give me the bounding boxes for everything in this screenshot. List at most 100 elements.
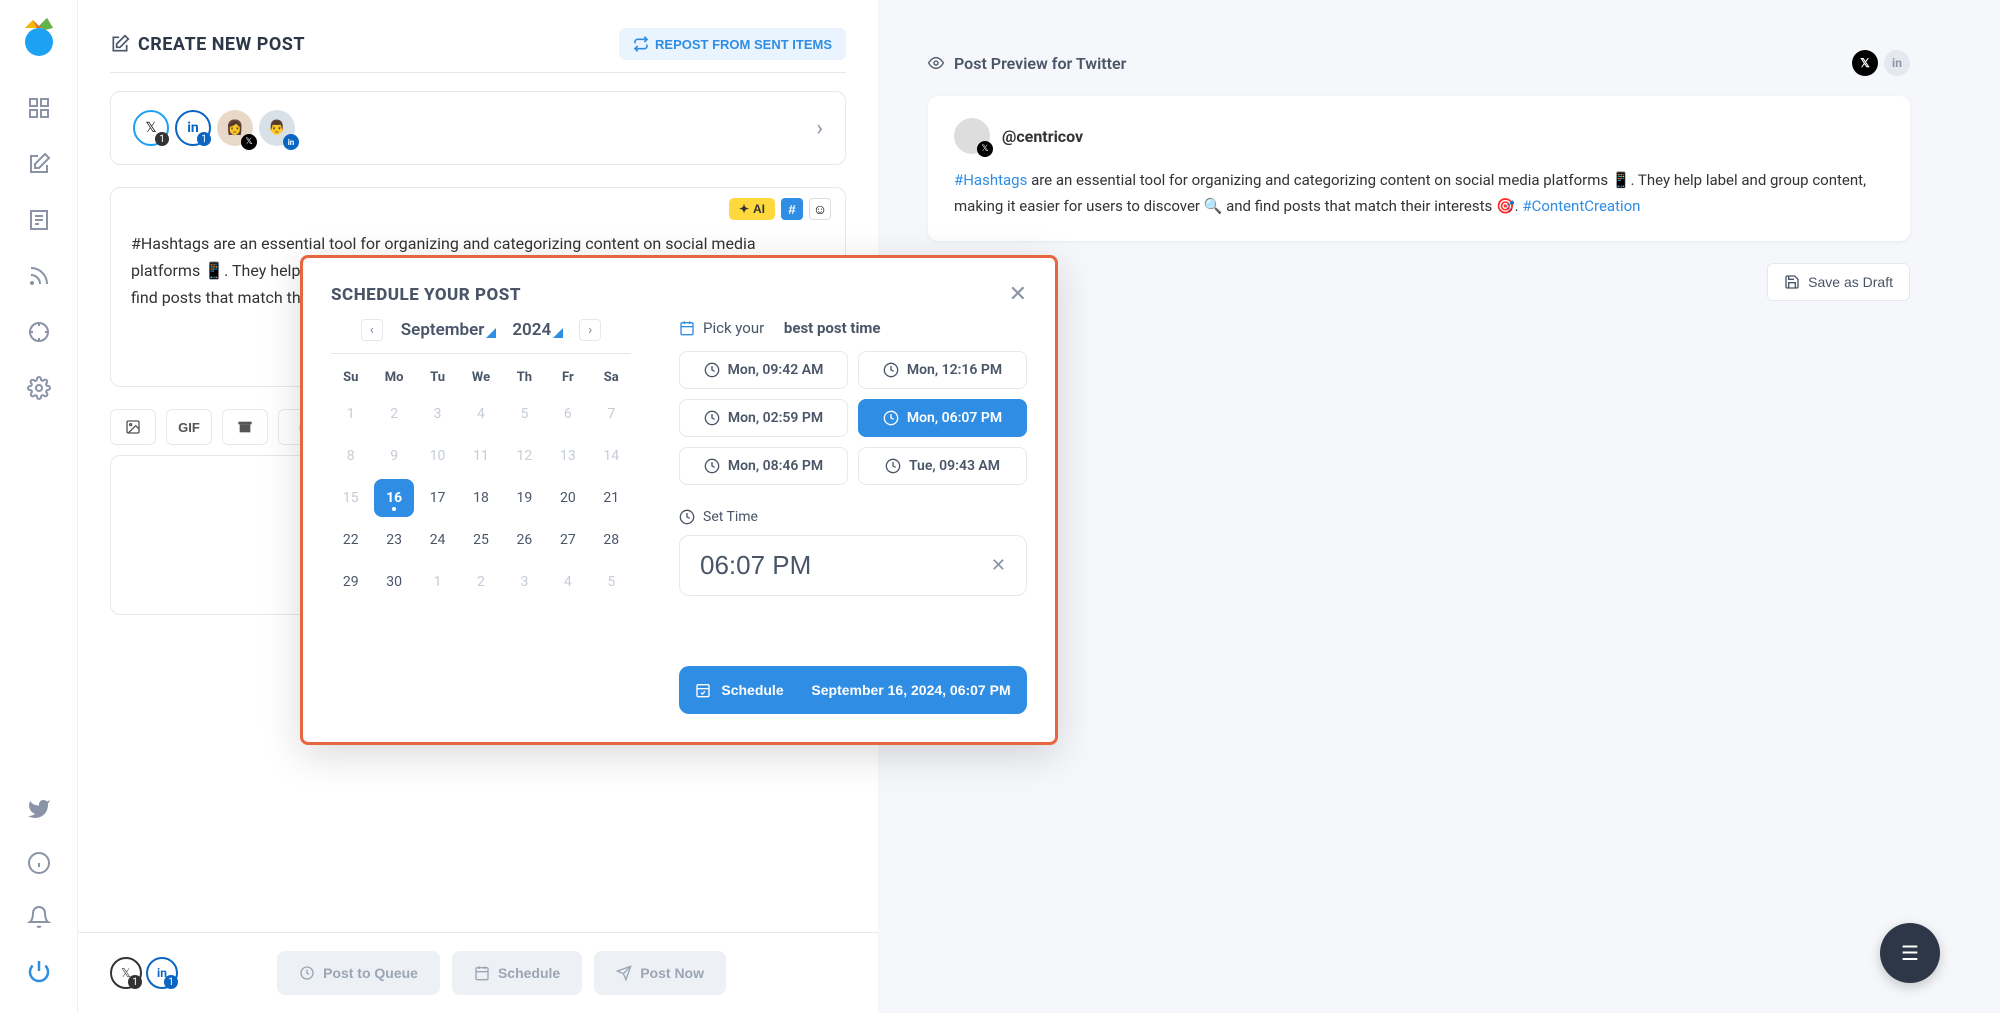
calendar-day: 13: [548, 437, 587, 475]
time-slot[interactable]: Mon, 08:46 PM: [679, 447, 848, 485]
settings-icon[interactable]: [27, 376, 51, 400]
calendar-day[interactable]: 22: [331, 521, 370, 559]
calendar-day: 5: [592, 563, 631, 601]
calendar-pick-icon: [679, 320, 695, 336]
account-person-2[interactable]: 👨in: [259, 110, 295, 146]
calendar-day[interactable]: 16: [374, 479, 413, 517]
send-icon: [616, 965, 632, 981]
calendar-day[interactable]: 30: [374, 563, 413, 601]
clock-icon: [679, 509, 695, 525]
account-person-1[interactable]: 👩𝕏: [217, 110, 253, 146]
close-icon[interactable]: ✕: [1009, 282, 1027, 307]
time-slot[interactable]: Mon, 02:59 PM: [679, 399, 848, 437]
preview-title: Post Preview for Twitter: [928, 54, 1126, 73]
footer-account-twitter[interactable]: 𝕏1: [110, 957, 142, 989]
account-linkedin[interactable]: in1: [175, 110, 211, 146]
clock-icon: [704, 458, 720, 474]
save-draft-button[interactable]: Save as Draft: [1767, 263, 1910, 301]
prev-month-button[interactable]: ‹: [361, 319, 383, 341]
bell-icon[interactable]: [27, 905, 51, 929]
info-icon[interactable]: [27, 851, 51, 875]
set-time-label: Set Time: [679, 509, 1027, 525]
twitter-icon[interactable]: [27, 797, 51, 821]
dashboard-icon[interactable]: [27, 96, 51, 120]
post-queue-button[interactable]: Post to Queue: [277, 951, 440, 995]
app-logo: [15, 14, 63, 62]
edit-icon: [110, 34, 130, 54]
calendar-day: 1: [331, 395, 370, 433]
next-month-button[interactable]: ›: [579, 319, 601, 341]
content-icon[interactable]: [27, 208, 51, 232]
nav-sidebar: [0, 0, 78, 1013]
image-tool[interactable]: [110, 409, 156, 445]
calendar-day[interactable]: 28: [592, 521, 631, 559]
post-now-button[interactable]: Post Now: [594, 951, 726, 995]
dow-header: Su: [331, 364, 370, 391]
schedule-modal: SCHEDULE YOUR POST ✕ ‹ September 2024 › …: [300, 255, 1058, 745]
preview-body: #Hashtags are an essential tool for orga…: [954, 168, 1884, 219]
calendar-day: 4: [461, 395, 500, 433]
fab-menu-button[interactable]: ☰: [1880, 923, 1940, 983]
dow-header: Th: [505, 364, 544, 391]
calendar-day: 2: [374, 395, 413, 433]
save-icon: [1784, 274, 1800, 290]
rss-icon[interactable]: [27, 264, 51, 288]
chevron-right-icon[interactable]: ›: [816, 116, 823, 141]
image-icon: [125, 419, 141, 435]
calendar-day: 5: [505, 395, 544, 433]
calendar-day[interactable]: 23: [374, 521, 413, 559]
repost-button[interactable]: REPOST FROM SENT ITEMS: [619, 28, 846, 60]
clear-time-icon[interactable]: ✕: [991, 555, 1006, 576]
preview-net-twitter[interactable]: 𝕏: [1852, 50, 1878, 76]
dow-header: Mo: [374, 364, 413, 391]
time-slot[interactable]: Mon, 12:16 PM: [858, 351, 1027, 389]
account-twitter[interactable]: 𝕏1: [133, 110, 169, 146]
time-slot[interactable]: Mon, 09:42 AM: [679, 351, 848, 389]
schedule-button[interactable]: Schedule: [452, 951, 582, 995]
preview-avatar: 𝕏: [954, 118, 990, 154]
calendar-day[interactable]: 24: [418, 521, 457, 559]
calendar-icon: [474, 965, 490, 981]
calendar-day[interactable]: 26: [505, 521, 544, 559]
calendar-day[interactable]: 21: [592, 479, 631, 517]
month-select[interactable]: September: [401, 320, 495, 340]
page-title: CREATE NEW POST: [110, 34, 305, 55]
calendar-day: 6: [548, 395, 587, 433]
calendar-day[interactable]: 27: [548, 521, 587, 559]
time-slot[interactable]: Mon, 06:07 PM: [858, 399, 1027, 437]
time-input[interactable]: [700, 550, 914, 581]
emoji-button[interactable]: ☺: [809, 198, 831, 220]
calendar-day[interactable]: 17: [418, 479, 457, 517]
footer-bar: 𝕏1 in1 Post to Queue Schedule Post Now: [78, 932, 878, 1013]
calendar-day: 10: [418, 437, 457, 475]
preview-handle: @centricov: [1002, 127, 1083, 146]
archive-tool[interactable]: [222, 409, 268, 445]
calendar-day: 1: [418, 563, 457, 601]
ai-button[interactable]: ✦AI: [729, 198, 775, 220]
power-icon[interactable]: [27, 959, 51, 983]
hashtag-button[interactable]: #: [781, 198, 803, 220]
calendar-day[interactable]: 18: [461, 479, 500, 517]
calendar-day[interactable]: 20: [548, 479, 587, 517]
compose-icon[interactable]: [27, 152, 51, 176]
preview-net-linkedin[interactable]: in: [1884, 50, 1910, 76]
confirm-schedule-button[interactable]: Schedule September 16, 2024, 06:07 PM: [679, 666, 1027, 714]
recycle-icon[interactable]: [27, 320, 51, 344]
calendar-day[interactable]: 19: [505, 479, 544, 517]
year-select[interactable]: 2024: [512, 320, 561, 340]
calendar-day[interactable]: 25: [461, 521, 500, 559]
calendar-day: 14: [592, 437, 631, 475]
calendar-check-icon: [695, 682, 711, 698]
accounts-selector[interactable]: 𝕏1 in1 👩𝕏 👨in ›: [110, 91, 846, 165]
archive-icon: [237, 419, 253, 435]
clock-icon: [883, 362, 899, 378]
gif-tool[interactable]: GIF: [166, 409, 212, 445]
eye-icon: [928, 55, 944, 71]
time-slot[interactable]: Tue, 09:43 AM: [858, 447, 1027, 485]
calendar-day[interactable]: 29: [331, 563, 370, 601]
calendar-day: 15: [331, 479, 370, 517]
footer-account-linkedin[interactable]: in1: [146, 957, 178, 989]
modal-title: SCHEDULE YOUR POST: [331, 285, 521, 305]
calendar-day: 9: [374, 437, 413, 475]
pick-time-label: Pick your best post time: [679, 319, 1027, 337]
